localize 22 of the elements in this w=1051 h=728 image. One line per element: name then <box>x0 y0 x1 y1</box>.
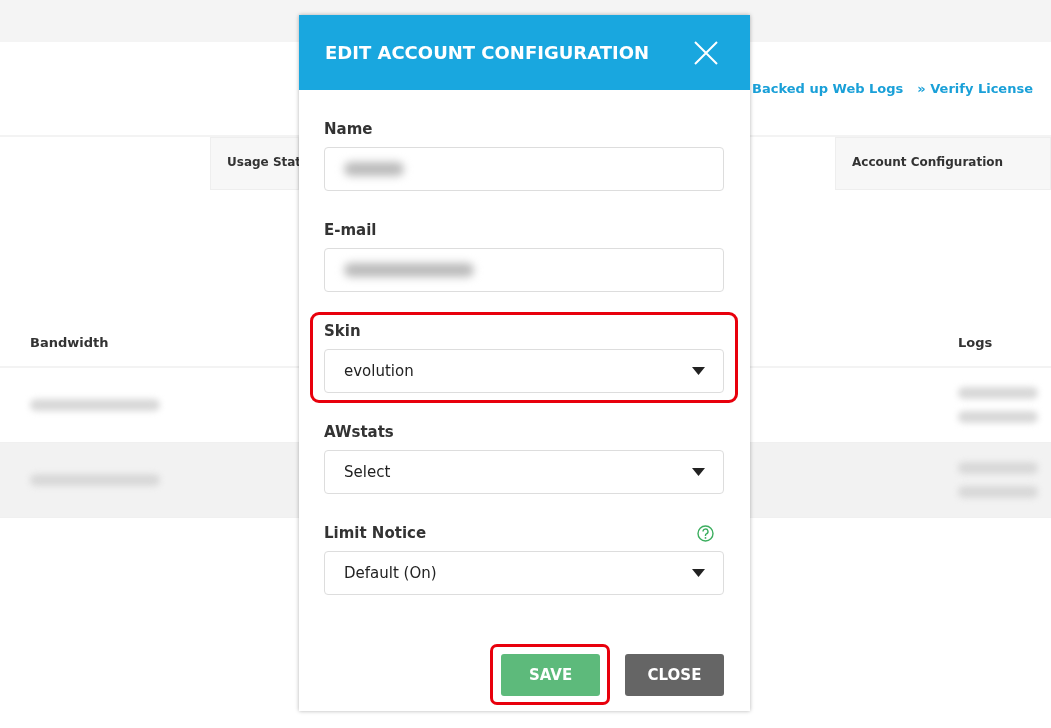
column-header: Bandwidth <box>30 334 109 350</box>
input-field[interactable] <box>324 147 724 191</box>
field-label: AWstats <box>324 423 394 441</box>
dropdown[interactable]: Select <box>324 450 724 494</box>
dropdown[interactable]: Default (On) <box>324 551 724 595</box>
tab[interactable]: Usage Stat <box>210 137 299 190</box>
field-label: E-mail <box>324 221 377 239</box>
dialog-title: EDIT ACCOUNT CONFIGURATION <box>325 42 650 63</box>
help-icon[interactable] <box>697 524 714 542</box>
close-icon[interactable] <box>694 40 718 65</box>
column-header: Logs <box>958 334 994 350</box>
caret-icon <box>692 367 705 375</box>
blurred-text <box>344 162 404 176</box>
field-label: Skin <box>324 322 361 340</box>
dropdown[interactable]: evolution <box>324 349 724 393</box>
field-label: Name <box>324 120 373 138</box>
close-button[interactable]: CLOSE <box>625 654 724 696</box>
input-field[interactable] <box>324 248 724 292</box>
caret-icon <box>692 569 705 577</box>
tab[interactable]: Account Configuration <box>835 137 1051 190</box>
caret-icon <box>692 468 705 476</box>
field-label: Limit Notice <box>324 524 427 542</box>
